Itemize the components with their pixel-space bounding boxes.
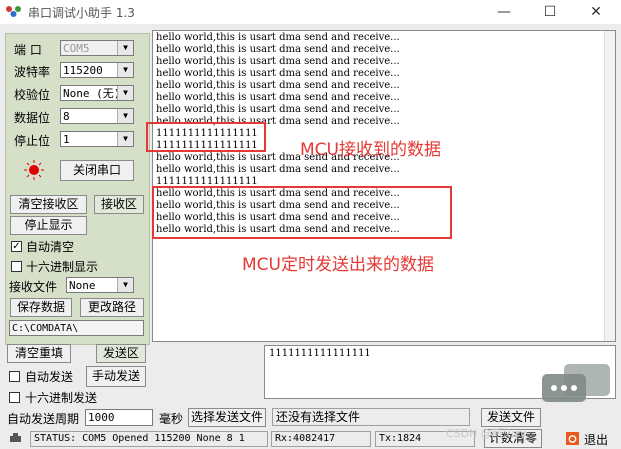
exit-button[interactable]: 退出 [584,431,608,448]
receive-line: hello world,this is usart dma send and r… [156,104,400,115]
chevron-down-icon: ▼ [117,132,133,146]
chevron-down-icon: ▼ [117,63,133,77]
status-text: STATUS: COM5 Opened 115200 None 8 1 [30,431,268,447]
databits-label: 数据位 [14,111,51,125]
maximize-button[interactable]: ☐ [527,0,573,24]
port-select: COM5 ▼ [60,40,134,56]
stopbits-select[interactable]: 1 ▼ [60,131,134,147]
auto-clear-label: 自动清空 [26,240,75,254]
status-bar: STATUS: COM5 Opened 115200 None 8 1 Rx:4… [0,428,621,449]
close-button[interactable]: ✕ [573,0,619,24]
auto-clear-checkbox[interactable]: ✓ [11,241,22,252]
hex-display-label: 十六进制显示 [26,260,99,274]
auto-send-label: 自动发送 [25,370,74,384]
status-led-icon [24,160,44,180]
save-data-button[interactable]: 保存数据 [10,298,72,317]
path-field[interactable]: C:\COMDATA\ [9,320,144,336]
receive-line: hello world,this is usart dma send and r… [156,80,400,91]
sent-data-highlight [152,186,452,239]
toggle-port-button[interactable]: 关闭串口 [60,160,134,181]
receive-line: hello world,this is usart dma send and r… [156,44,400,55]
rx-scrollbar[interactable] [604,31,615,341]
receive-line: hello world,this is usart dma send and r… [156,164,400,175]
stop-display-button[interactable]: 停止显示 [10,216,87,235]
databits-value: 8 [63,110,70,123]
parity-value: None (无) [63,87,121,100]
chevron-down-icon: ▼ [117,278,133,292]
chat-bubble-icon [542,364,610,402]
port-value: COM5 [63,42,90,55]
send-text: 1111111111111111 [269,348,371,359]
rx-file-label: 接收文件 [9,280,58,294]
chevron-down-icon: ▼ [117,109,133,123]
app-logo-icon [6,6,21,17]
stopbits-label: 停止位 [14,134,51,148]
port-label: 端 口 [14,43,42,57]
chevron-down-icon: ▼ [117,41,133,55]
hex-display-checkbox[interactable] [11,261,22,272]
databits-select[interactable]: 8 ▼ [60,108,134,124]
baud-select[interactable]: 115200 ▼ [60,62,134,78]
title-bar: 串口调试小助手 1.3 — ☐ ✕ [0,0,621,24]
received-data-highlight [146,122,266,152]
rx-count: Rx:4082417 [271,431,371,447]
exit-icon [566,432,579,445]
rx-area-label: 接收区 [94,195,144,214]
selected-file-field: 还没有选择文件 [272,408,470,426]
parity-select[interactable]: None (无) ▼ [60,85,134,101]
choose-file-button[interactable]: 选择发送文件 [188,408,266,427]
receive-line: hello world,this is usart dma send and r… [156,32,400,43]
receive-line: hello world,this is usart dma send and r… [156,92,400,103]
chevron-down-icon: ▼ [117,86,133,100]
received-annotation: MCU接收到的数据 [300,140,441,160]
window-title: 串口调试小助手 1.3 [28,6,135,20]
auto-send-checkbox[interactable] [9,371,20,382]
receive-line: hello world,this is usart dma send and r… [156,68,400,79]
parity-label: 校验位 [14,88,51,102]
manual-send-button[interactable]: 手动发送 [86,366,146,387]
watermark-text: CSDN @新川zy [446,427,527,440]
period-label: 自动发送周期 [7,412,80,426]
period-input[interactable]: 1000 [85,409,153,426]
receive-line: hello world,this is usart dma send and r… [156,56,400,67]
sent-annotation: MCU定时发送出来的数据 [242,255,434,275]
signal-icon [10,433,21,442]
change-path-button[interactable]: 更改路径 [80,298,144,317]
client-area: 端 口 COM5 ▼ 波特率 115200 ▼ 校验位 None (无) ▼ 数… [0,24,621,449]
rx-file-value: None [69,279,96,292]
stopbits-value: 1 [63,133,70,146]
tx-area-label: 发送区 [96,344,146,363]
clear-rx-button[interactable]: 清空接收区 [10,195,87,214]
settings-panel: 端 口 COM5 ▼ 波特率 115200 ▼ 校验位 None (无) ▼ 数… [5,33,150,345]
minimize-button[interactable]: — [481,0,527,24]
hex-send-label: 十六进制发送 [25,391,98,405]
period-unit-label: 毫秒 [159,412,184,426]
hex-send-checkbox[interactable] [9,392,20,403]
baud-value: 115200 [63,64,103,77]
clear-resend-button[interactable]: 清空重填 [7,344,71,363]
rx-file-select[interactable]: None ▼ [66,277,134,293]
baud-label: 波特率 [14,65,51,79]
